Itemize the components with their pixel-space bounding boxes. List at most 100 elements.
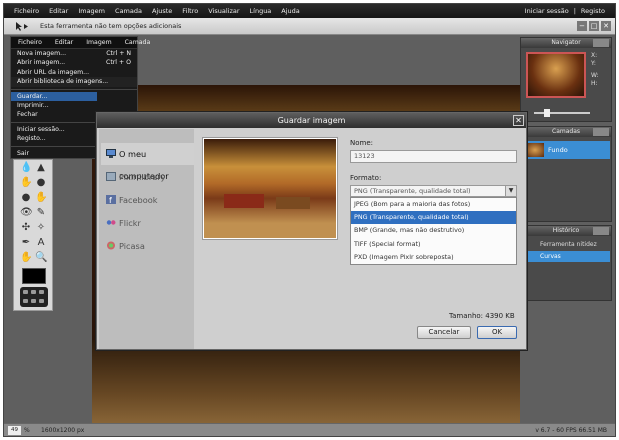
performance-readout: v 6.7 - 60 FPS 66.51 MB <box>535 427 607 434</box>
pixlr-editor-window: Ficheiro Editar Imagem Camada Ajuste Fil… <box>3 3 616 437</box>
file-size-text: Tamanho: 4390 KB <box>449 312 515 320</box>
history-item-selected[interactable]: Curvas <box>524 251 610 262</box>
pinch-tool-icon[interactable]: ✧ <box>35 222 47 234</box>
menu-visualizar[interactable]: Visualizar <box>208 7 239 15</box>
navigator-title: Navigator <box>521 38 611 48</box>
color-swatch[interactable] <box>22 268 46 284</box>
format-label: Formato: <box>350 174 382 182</box>
file-menu-header: Ficheiro Editar Imagem Camada <box>11 37 150 49</box>
menu-item-imprimir[interactable]: Imprimir... <box>11 101 137 110</box>
chevron-down-icon[interactable]: ▼ <box>505 186 516 196</box>
format-option-bmp[interactable]: BMP (Grande, mas não destrutivo) <box>351 224 516 237</box>
color-picker-icon[interactable]: ✒ <box>20 237 32 249</box>
format-select[interactable]: PNG (Transparente, qualidade total) ▼ <box>350 185 517 197</box>
menu-separator <box>11 88 137 90</box>
menu-editar[interactable]: Editar <box>55 39 73 46</box>
red-eye-tool-icon[interactable]: 👁 <box>20 207 33 219</box>
save-image-dialog: Guardar imagem ✕ O meu computador Pixlr … <box>96 112 527 350</box>
login-link[interactable]: Iniciar sessão <box>525 7 569 15</box>
h-label: H: <box>591 80 598 87</box>
menu-item-guardar[interactable]: Guardar... <box>11 91 97 101</box>
spot-heal-tool-icon[interactable]: ✎ <box>35 207 47 219</box>
source-picasa[interactable]: Picasa <box>101 235 194 257</box>
menu-ajuda[interactable]: Ajuda <box>281 7 299 15</box>
sharpen-tool-icon[interactable]: ▲ <box>35 162 47 174</box>
menu-lingua[interactable]: Língua <box>250 7 272 15</box>
window-buttons: − □ ✕ <box>577 21 611 31</box>
preview-thumbnail <box>204 139 336 238</box>
source-flickr[interactable]: Flickr <box>101 212 194 234</box>
menu-item-abrir-biblioteca[interactable]: Abrir biblioteca de imagens... <box>11 77 137 87</box>
navigator-thumbnail[interactable] <box>526 52 586 98</box>
menu-ajuste[interactable]: Ajuste <box>152 7 172 15</box>
menu-editar[interactable]: Editar <box>49 7 68 15</box>
format-option-tiff[interactable]: TIFF (Special format) <box>351 238 516 251</box>
library-icon <box>106 172 116 181</box>
zoom-knob[interactable] <box>544 109 550 117</box>
format-option-png[interactable]: PNG (Transparente, qualidade total) <box>351 211 516 225</box>
menu-camada[interactable]: Camada <box>115 7 142 15</box>
history-panel: Histórico Ferramenta nitidez Curvas <box>520 225 612 301</box>
preview-detail <box>224 194 264 208</box>
status-bar: 49 % 1600x1200 px v 6.7 - 60 FPS 66.51 M… <box>4 423 615 436</box>
zoom-unit: % <box>24 427 30 434</box>
view-grid-icon[interactable] <box>20 287 48 307</box>
menu-imagem[interactable]: Imagem <box>86 39 111 46</box>
name-label: Nome: <box>350 139 374 147</box>
smudge-tool-icon[interactable]: ✋ <box>20 177 32 189</box>
menu-item-abrir-imagem[interactable]: Abrir imagem... Ctrl + O <box>11 58 137 67</box>
history-item[interactable]: Ferramenta nitidez <box>524 239 610 250</box>
format-option-pxd[interactable]: PXD (Imagem Pixlr sobreposta) <box>351 251 516 264</box>
source-pixlr-library[interactable]: Pixlr library <box>101 166 194 188</box>
image-preview <box>202 137 338 240</box>
menu-camada[interactable]: Camada <box>125 39 151 46</box>
dodge-tool-icon[interactable]: ● <box>20 192 32 204</box>
layers-title: Camadas <box>521 127 611 137</box>
menubar: Ficheiro Editar Imagem Camada Ajuste Fil… <box>4 4 615 18</box>
maximize-icon[interactable]: □ <box>589 21 599 31</box>
filename-input[interactable]: 13123 <box>350 150 517 163</box>
menu-item-nova-imagem[interactable]: Nova imagem... Ctrl + N <box>11 49 137 58</box>
format-select-value: PNG (Transparente, qualidade total) <box>354 187 471 195</box>
dialog-close-icon[interactable]: ✕ <box>513 115 524 126</box>
options-bar: Esta ferramenta não tem opções adicionai… <box>4 18 615 35</box>
computer-icon <box>106 149 116 158</box>
zoom-tool-icon[interactable]: 🔍 <box>35 252 47 264</box>
layer-row[interactable]: Fundo <box>524 141 610 159</box>
source-my-computer[interactable]: O meu computador <box>101 143 194 181</box>
panel-buttons-icon[interactable] <box>593 128 609 136</box>
image-dimensions: 1600x1200 px <box>41 427 85 434</box>
layer-name: Fundo <box>548 146 568 154</box>
sponge-tool-icon[interactable]: ● <box>35 177 47 189</box>
svg-text:f: f <box>109 196 112 204</box>
menu-ficheiro[interactable]: Ficheiro <box>14 7 39 15</box>
save-destination-list: O meu computador Pixlr library f Faceboo… <box>99 129 194 349</box>
zoom-slider[interactable] <box>526 109 608 117</box>
menu-filtro[interactable]: Filtro <box>182 7 198 15</box>
preview-detail <box>276 197 310 209</box>
ok-button[interactable]: OK <box>477 326 517 339</box>
panel-buttons-icon[interactable] <box>593 227 609 235</box>
panel-buttons-icon[interactable] <box>593 39 609 47</box>
menu-item-abrir-url[interactable]: Abrir URL da imagem... <box>11 68 137 77</box>
close-icon[interactable]: ✕ <box>601 21 611 31</box>
register-link[interactable]: Registo <box>581 7 605 15</box>
cancel-button[interactable]: Cancelar <box>417 326 471 339</box>
flickr-icon <box>106 220 116 225</box>
picasa-icon <box>107 241 115 250</box>
format-option-jpeg[interactable]: JPEG (Bom para a maioria das fotos) <box>351 198 516 211</box>
zoom-input[interactable]: 49 <box>8 426 21 435</box>
minimize-icon[interactable]: − <box>577 21 587 31</box>
menu-ficheiro-active[interactable]: Ficheiro <box>18 39 42 46</box>
bloat-tool-icon[interactable]: ✣ <box>20 222 32 234</box>
drop-tool-icon[interactable]: 💧 <box>20 162 32 174</box>
toolbox: 💧 ▲ ✋ ● ● ✋ 👁 ✎ ✣ ✧ ✒ A ✋ 🔍 <box>13 159 53 311</box>
menu-separator: | <box>573 7 576 15</box>
source-facebook[interactable]: f Facebook <box>101 189 194 211</box>
facebook-icon: f <box>106 195 116 204</box>
hand-tool-icon[interactable]: ✋ <box>20 252 32 264</box>
menu-imagem[interactable]: Imagem <box>78 7 105 15</box>
move-tool-icon[interactable] <box>15 21 29 32</box>
text-tool-icon[interactable]: A <box>35 237 47 249</box>
burn-tool-icon[interactable]: ✋ <box>35 192 47 204</box>
